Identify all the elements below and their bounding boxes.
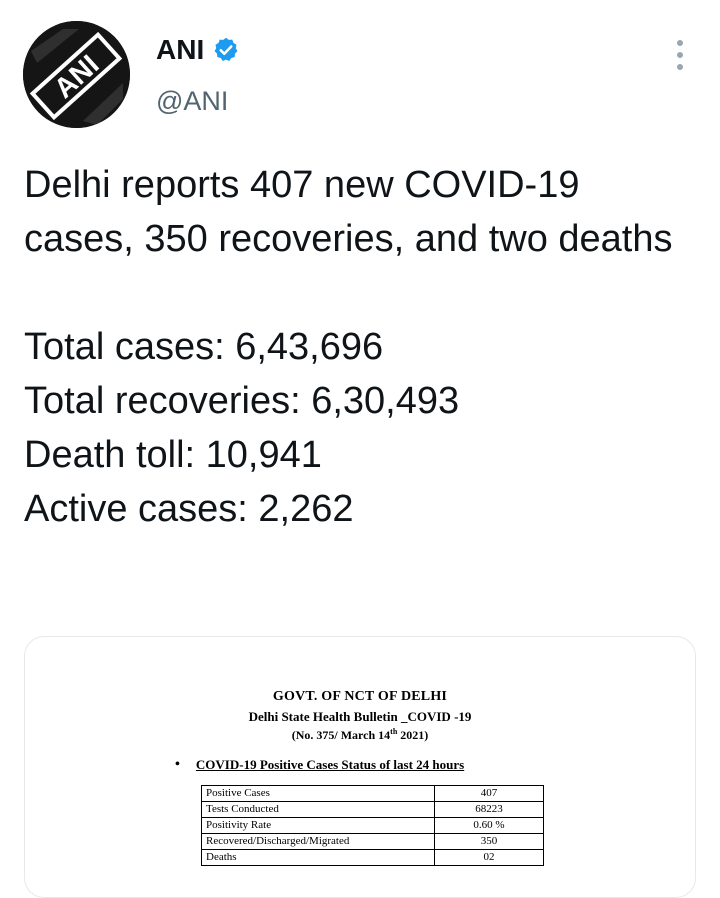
- status-table: Positive Cases 407 Tests Conducted 68223…: [201, 785, 544, 866]
- row-label: Positivity Rate: [201, 817, 435, 834]
- bulletin-header-govt: GOVT. OF NCT OF DELHI: [272, 689, 448, 704]
- stat-line: Death toll: 10,941: [24, 434, 322, 476]
- stat-line: Active cases: 2,262: [24, 488, 354, 530]
- row-label: Positive Cases: [201, 785, 435, 802]
- row-value: 350: [434, 833, 544, 850]
- table-row: Positivity Rate 0.60 %: [201, 817, 544, 834]
- media-card[interactable]: GOVT. OF NCT OF DELHI Delhi State Health…: [24, 636, 696, 898]
- row-value: 407: [434, 785, 544, 802]
- bullet-icon: •: [175, 757, 180, 772]
- stat-line: Total recoveries: 6,30,493: [24, 380, 460, 422]
- tweet-text: Delhi reports 407 new COVID-19 cases, 35…: [24, 158, 694, 536]
- row-value: 68223: [434, 801, 544, 818]
- row-label: Tests Conducted: [201, 801, 435, 818]
- section-title: COVID-19 Positive Cases Status of last 2…: [195, 757, 465, 772]
- row-label: Deaths: [201, 849, 435, 866]
- bulletin-header-title: Delhi State Health Bulletin _COVID -19: [248, 709, 472, 724]
- row-label: Recovered/Discharged/Migrated: [201, 833, 435, 850]
- author-name[interactable]: ANI: [156, 34, 204, 66]
- bulletin-header-number: (No. 375/ March 14th 2021): [291, 727, 429, 742]
- author-block: ANI @ANI: [156, 34, 240, 117]
- ani-logo-icon: ANI: [23, 21, 130, 128]
- section-heading: • COVID-19 Positive Cases Status of last…: [175, 757, 464, 773]
- table-row: Deaths 02: [201, 849, 544, 866]
- more-vertical-icon[interactable]: [670, 40, 690, 70]
- verified-badge-icon: [212, 36, 240, 64]
- row-value: 02: [434, 849, 544, 866]
- table-row: Recovered/Discharged/Migrated 350: [201, 833, 544, 850]
- author-handle[interactable]: @ANI: [156, 86, 240, 117]
- row-value: 0.60 %: [434, 817, 544, 834]
- stat-line: Total cases: 6,43,696: [24, 326, 384, 368]
- tweet-headline: Delhi reports 407 new COVID-19 cases, 35…: [24, 164, 673, 260]
- avatar[interactable]: ANI: [23, 21, 130, 128]
- table-row: Positive Cases 407: [201, 785, 544, 802]
- table-row: Tests Conducted 68223: [201, 801, 544, 818]
